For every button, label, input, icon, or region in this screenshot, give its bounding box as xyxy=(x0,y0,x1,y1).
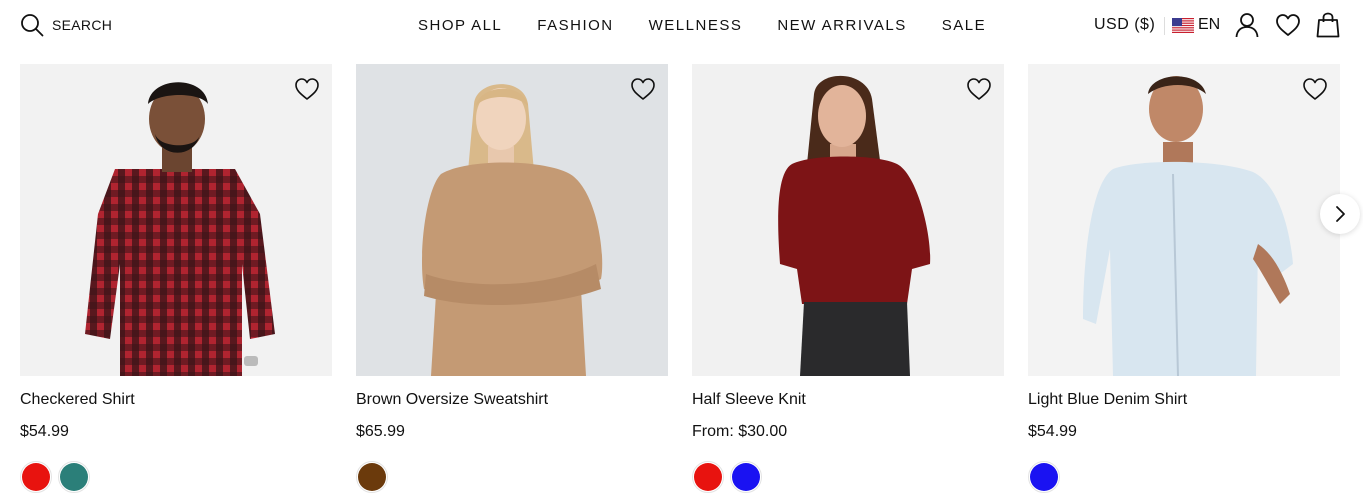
product-price: From: $30.00 xyxy=(692,423,788,440)
bag-icon xyxy=(1316,12,1340,38)
swatch-color xyxy=(694,463,722,491)
color-swatch-teal[interactable] xyxy=(58,461,90,493)
swatch-color xyxy=(1030,463,1058,491)
nav-fashion[interactable]: FASHION xyxy=(537,17,613,34)
product-name[interactable]: Light Blue Denim Shirt xyxy=(1028,391,1187,409)
header-divider xyxy=(1164,17,1165,35)
product-image[interactable] xyxy=(1028,64,1340,376)
product-image[interactable] xyxy=(20,64,332,376)
wishlist-heart-icon[interactable] xyxy=(966,76,992,102)
account-button[interactable] xyxy=(1234,12,1260,38)
product-name[interactable]: Half Sleeve Knit xyxy=(692,391,806,409)
color-swatches xyxy=(356,461,388,493)
nav-wellness[interactable]: WELLNESS xyxy=(649,17,743,34)
us-flag-icon xyxy=(1172,17,1194,33)
woman-red-knit-image xyxy=(778,75,931,376)
color-swatch-blue[interactable] xyxy=(1028,461,1060,493)
product-name[interactable]: Brown Oversize Sweatshirt xyxy=(356,391,548,409)
product-card[interactable]: Checkered Shirt $54.99 xyxy=(20,64,332,493)
wishlist-heart-icon[interactable] xyxy=(1302,76,1328,102)
heart-icon xyxy=(1276,14,1300,36)
swatch-color xyxy=(358,463,386,491)
color-swatch-blue[interactable] xyxy=(730,461,762,493)
search-label: SEARCH xyxy=(52,17,113,33)
woman-brown-sweatshirt-image xyxy=(421,84,603,376)
color-swatch-brown[interactable] xyxy=(356,461,388,493)
man-checkered-shirt-image xyxy=(85,82,275,376)
carousel-next-button[interactable] xyxy=(1320,194,1360,234)
site-header: SEARCH SHOP ALL FASHION WELLNESS NEW ARR… xyxy=(0,0,1363,54)
product-image[interactable] xyxy=(692,64,1004,376)
language-label: EN xyxy=(1198,16,1221,33)
wishlist-heart-icon[interactable] xyxy=(294,76,320,102)
search-icon xyxy=(21,14,44,37)
product-price: $54.99 xyxy=(1028,423,1077,440)
wishlist-button[interactable] xyxy=(1275,12,1301,38)
product-price: $65.99 xyxy=(356,423,405,440)
color-swatch-red[interactable] xyxy=(20,461,52,493)
nav-sale[interactable]: SALE xyxy=(942,17,986,34)
swatch-color xyxy=(60,463,88,491)
main-nav: SHOP ALL FASHION WELLNESS NEW ARRIVALS S… xyxy=(418,17,986,34)
swatch-color xyxy=(732,463,760,491)
product-name[interactable]: Checkered Shirt xyxy=(20,391,135,409)
chevron-right-icon xyxy=(1336,206,1345,222)
product-card[interactable]: Light Blue Denim Shirt $54.99 xyxy=(1028,64,1340,493)
language-selector[interactable]: EN xyxy=(1172,16,1220,34)
product-image[interactable] xyxy=(356,64,668,376)
cart-button[interactable] xyxy=(1315,12,1341,38)
wishlist-heart-icon[interactable] xyxy=(630,76,656,102)
search-button[interactable]: SEARCH xyxy=(20,13,112,37)
product-card[interactable]: Brown Oversize Sweatshirt $65.99 xyxy=(356,64,668,493)
swatch-color xyxy=(22,463,50,491)
color-swatches xyxy=(692,461,762,493)
nav-new-arrivals[interactable]: NEW ARRIVALS xyxy=(777,17,906,34)
man-light-blue-shirt-image xyxy=(1083,76,1293,376)
color-swatch-red[interactable] xyxy=(692,461,724,493)
color-swatches xyxy=(20,461,90,493)
color-swatches xyxy=(1028,461,1060,493)
currency-selector[interactable]: USD ($) xyxy=(1094,16,1155,34)
product-card[interactable]: Half Sleeve Knit From: $30.00 xyxy=(692,64,1004,493)
user-icon xyxy=(1235,13,1259,38)
product-price: $54.99 xyxy=(20,423,69,440)
nav-shop-all[interactable]: SHOP ALL xyxy=(418,17,502,34)
